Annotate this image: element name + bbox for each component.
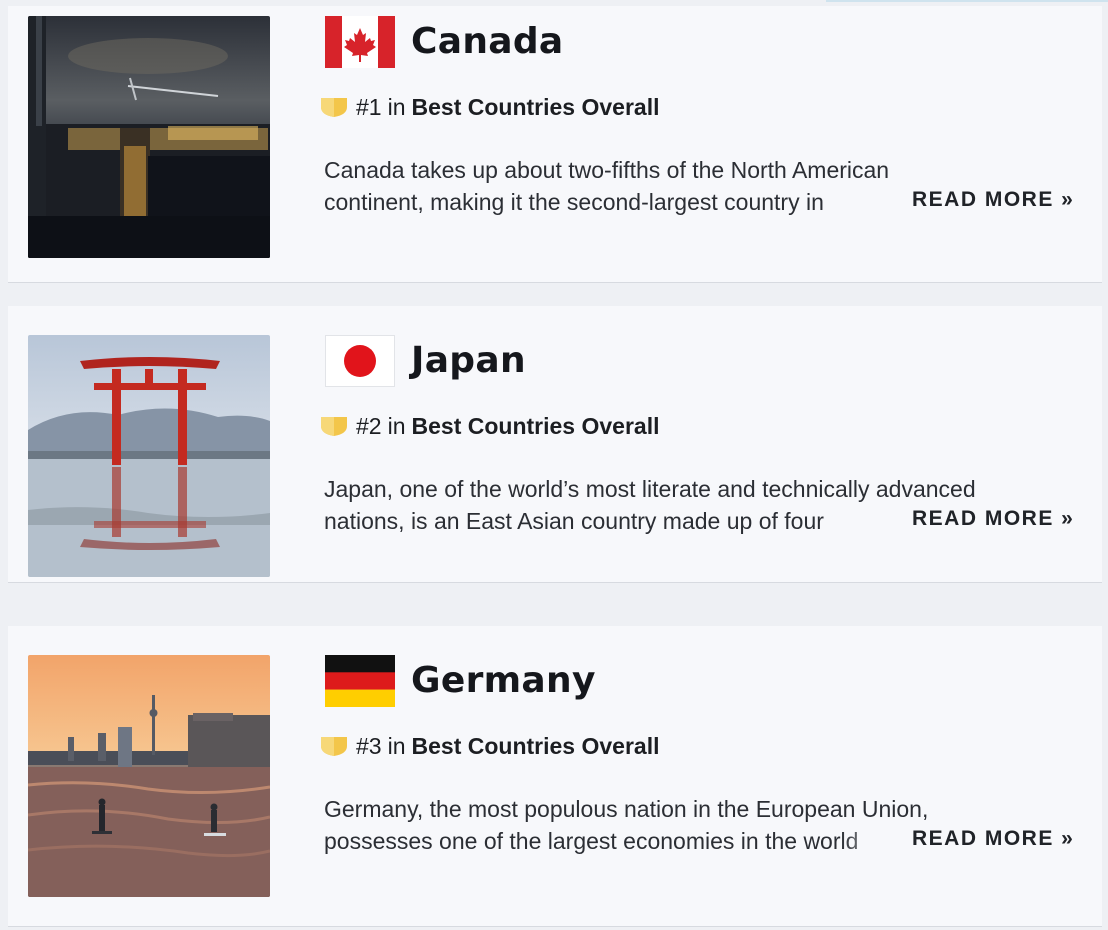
- description-line-truncated: continent, making it the second-largest …: [324, 189, 824, 215]
- rank-badge-row: #3 in Best Countries Overall: [320, 731, 659, 761]
- country-card-germany: Germany #3 in Best Countries Overall Ger…: [8, 626, 1102, 927]
- description-line: Germany, the most populous nation in the…: [324, 796, 929, 822]
- germany-flag-icon: [325, 655, 395, 707]
- country-name[interactable]: Japan: [411, 337, 526, 385]
- rank-badge-row: #2 in Best Countries Overall: [320, 411, 659, 441]
- country-ranking-list: Canada #1 in Best Countries Overall Cana…: [0, 0, 1108, 930]
- description-line-truncated: possesses one of the largest economies i…: [324, 828, 859, 854]
- rank-connector: in: [387, 93, 406, 120]
- rank-shield-icon: [321, 737, 347, 756]
- canada-flag-icon: [325, 16, 395, 68]
- rank-number: #3: [356, 732, 382, 759]
- description-line: Japan, one of the world’s most literate …: [324, 476, 976, 502]
- country-photo[interactable]: [28, 655, 270, 897]
- read-more-link[interactable]: READ MORE »: [912, 827, 1074, 851]
- country-photo[interactable]: [28, 16, 270, 258]
- description-line: Canada takes up about two-fifths of the …: [324, 157, 890, 183]
- rank-number: #2: [356, 412, 382, 439]
- rank-shield-icon: [321, 417, 347, 436]
- japan-flag-icon: [325, 335, 395, 387]
- read-more-link[interactable]: READ MORE »: [912, 188, 1074, 212]
- ranking-list-link[interactable]: Best Countries Overall: [412, 94, 660, 121]
- country-card-japan: Japan #2 in Best Countries Overall Japan…: [8, 306, 1102, 583]
- rank-badge-row: #1 in Best Countries Overall: [320, 92, 659, 122]
- read-more-link[interactable]: READ MORE »: [912, 507, 1074, 531]
- rank-shield-icon: [321, 98, 347, 117]
- rank-connector: in: [387, 412, 406, 439]
- rank-connector: in: [387, 732, 406, 759]
- country-photo[interactable]: [28, 335, 270, 577]
- top-accent-bar: [826, 0, 1108, 2]
- ranking-list-link[interactable]: Best Countries Overall: [412, 413, 660, 440]
- ranking-list-link[interactable]: Best Countries Overall: [412, 733, 660, 760]
- country-name[interactable]: Canada: [411, 18, 564, 66]
- description-line-truncated: nations, is an East Asian country made u…: [324, 508, 824, 534]
- country-name[interactable]: Germany: [411, 657, 596, 705]
- country-card-canada: Canada #1 in Best Countries Overall Cana…: [8, 6, 1102, 283]
- rank-number: #1: [356, 93, 382, 120]
